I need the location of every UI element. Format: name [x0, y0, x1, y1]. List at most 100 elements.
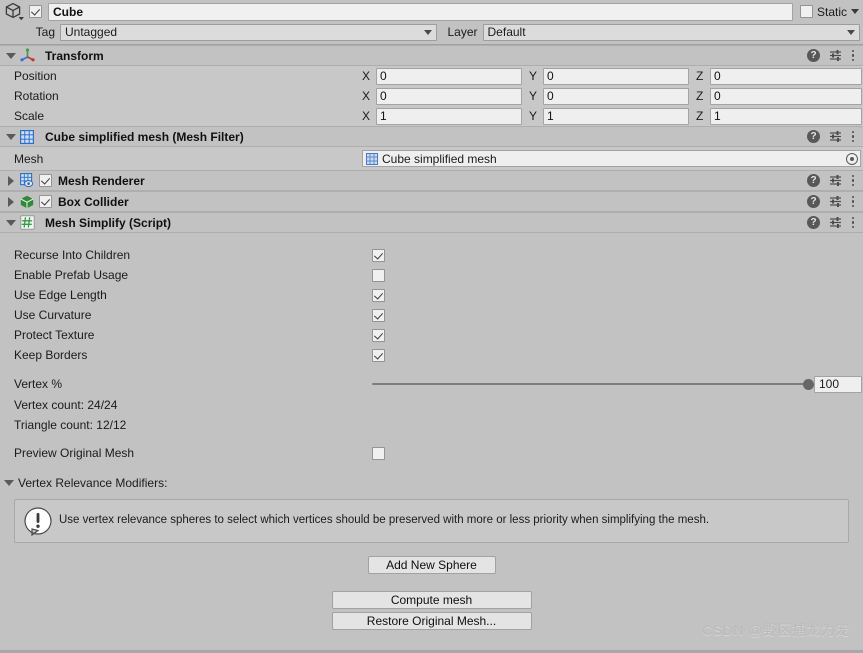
help-icon[interactable]: ? — [807, 216, 820, 229]
mesh-filter-foldout-toggle[interactable] — [4, 134, 17, 140]
static-toggle-group[interactable]: Static — [800, 5, 859, 19]
toggle-row-enable-prefab-usage: Enable Prefab Usage — [0, 265, 863, 285]
layer-value: Default — [488, 25, 526, 39]
use-edge-length-checkbox[interactable] — [372, 289, 385, 302]
position-z-input[interactable]: 0 — [710, 68, 862, 85]
mesh-label: Mesh — [14, 152, 362, 166]
rotation-x-input[interactable]: 0 — [376, 88, 522, 105]
mesh-simplify-header-icons: ? — [807, 216, 855, 230]
triangle-right-icon — [8, 176, 14, 186]
axis-y-label: Y — [529, 89, 543, 103]
component-header-mesh-simplify[interactable]: Mesh Simplify (Script) ? — [0, 212, 863, 233]
mesh-asset-icon — [366, 153, 378, 165]
mesh-renderer-enabled-checkbox[interactable] — [39, 174, 52, 187]
vertex-percent-slider[interactable] — [372, 376, 808, 392]
box-collider-header-icons: ? — [807, 195, 855, 209]
box-collider-foldout-toggle[interactable] — [4, 197, 17, 207]
scale-z-input[interactable]: 1 — [710, 108, 862, 125]
vertex-relevance-modifiers-foldout[interactable]: Vertex Relevance Modifiers: — [0, 473, 863, 493]
preview-original-mesh-checkbox[interactable] — [372, 447, 385, 460]
position-vector3: X0 Y0 Z0 — [362, 68, 863, 85]
component-header-box-collider[interactable]: Box Collider ? — [0, 191, 863, 212]
help-icon[interactable]: ? — [807, 130, 820, 143]
static-dropdown-arrow-icon[interactable] — [851, 9, 859, 14]
preset-icon[interactable] — [829, 195, 842, 208]
mesh-simplify-title: Mesh Simplify (Script) — [45, 216, 171, 230]
preset-icon[interactable] — [829, 174, 842, 187]
mesh-object-field[interactable]: Cube simplified mesh — [362, 150, 861, 167]
mesh-action-buttons: Compute mesh Restore Original Mesh... — [0, 591, 863, 630]
component-header-transform[interactable]: Transform ? — [0, 45, 863, 66]
component-header-mesh-filter[interactable]: Cube simplified mesh (Mesh Filter) ? — [0, 126, 863, 147]
preset-icon[interactable] — [829, 49, 842, 62]
keep-borders-label: Keep Borders — [14, 348, 372, 362]
position-label: Position — [14, 69, 362, 83]
vertex-percent-row: Vertex % 100 — [0, 373, 863, 395]
rotation-y-input[interactable]: 0 — [543, 88, 689, 105]
kebab-menu-icon[interactable] — [851, 174, 855, 188]
preset-icon[interactable] — [829, 216, 842, 229]
transform-scale-row: Scale X1 Y1 Z1 — [0, 106, 863, 126]
axis-y-label: Y — [529, 109, 543, 123]
mesh-object-value: Cube simplified mesh — [382, 152, 497, 166]
tag-dropdown[interactable]: Untagged — [60, 24, 437, 41]
mesh-simplify-foldout-toggle[interactable] — [4, 220, 17, 226]
component-header-mesh-renderer[interactable]: Mesh Renderer ? — [0, 170, 863, 191]
kebab-menu-icon[interactable] — [851, 49, 855, 63]
restore-original-mesh-button[interactable]: Restore Original Mesh... — [332, 612, 532, 630]
axis-x-label: X — [362, 69, 376, 83]
gameobject-name-input[interactable]: Cube — [48, 3, 793, 21]
toggle-row-keep-borders: Keep Borders — [0, 345, 863, 365]
recurse-into-children-checkbox[interactable] — [372, 249, 385, 262]
compute-mesh-button[interactable]: Compute mesh — [332, 591, 532, 609]
help-icon[interactable]: ? — [807, 49, 820, 62]
object-picker-icon[interactable] — [846, 153, 858, 165]
position-y-input[interactable]: 0 — [543, 68, 689, 85]
rotation-z-value: 0 — [714, 89, 721, 103]
rotation-y-value: 0 — [547, 89, 554, 103]
chevron-down-icon — [847, 30, 855, 35]
help-icon[interactable]: ? — [807, 195, 820, 208]
gameobject-name-value: Cube — [53, 5, 83, 19]
axis-z-label: Z — [696, 109, 710, 123]
box-collider-enabled-checkbox[interactable] — [39, 195, 52, 208]
transform-header-icons: ? — [807, 49, 855, 63]
toggle-row-protect-texture: Protect Texture — [0, 325, 863, 345]
keep-borders-checkbox[interactable] — [372, 349, 385, 362]
transform-foldout-toggle[interactable] — [4, 53, 17, 59]
scale-x-input[interactable]: 1 — [376, 108, 522, 125]
vertex-percent-label: Vertex % — [14, 377, 372, 391]
gameobject-enabled-checkbox[interactable] — [29, 5, 42, 18]
transform-axis-icon — [17, 47, 37, 64]
scale-x-value: 1 — [380, 109, 387, 123]
mesh-renderer-foldout-toggle[interactable] — [4, 176, 17, 186]
scale-z-value: 1 — [714, 109, 721, 123]
use-curvature-checkbox[interactable] — [372, 309, 385, 322]
chevron-down-icon — [424, 30, 432, 35]
rotation-z-input[interactable]: 0 — [710, 88, 862, 105]
add-new-sphere-button[interactable]: Add New Sphere — [368, 556, 496, 574]
enable-prefab-usage-checkbox[interactable] — [372, 269, 385, 282]
static-checkbox[interactable] — [800, 5, 813, 18]
scale-label: Scale — [14, 109, 362, 123]
scale-y-value: 1 — [547, 109, 554, 123]
preset-icon[interactable] — [829, 130, 842, 143]
position-y-value: 0 — [547, 69, 554, 83]
toggle-row-recurse-into-children: Recurse Into Children — [0, 245, 863, 265]
help-icon[interactable]: ? — [807, 174, 820, 187]
script-hash-icon — [17, 214, 37, 231]
position-x-input[interactable]: 0 — [376, 68, 522, 85]
slider-thumb[interactable] — [803, 379, 814, 390]
layer-dropdown[interactable]: Default — [483, 24, 860, 41]
kebab-menu-icon[interactable] — [851, 216, 855, 230]
scale-y-input[interactable]: 1 — [543, 108, 689, 125]
transform-properties: Position X0 Y0 Z0 Rotation X0 Y0 Z0 Scal… — [0, 66, 863, 126]
toggle-row-use-curvature: Use Curvature — [0, 305, 863, 325]
kebab-menu-icon[interactable] — [851, 130, 855, 144]
tag-value: Untagged — [65, 25, 117, 39]
mesh-renderer-title: Mesh Renderer — [58, 174, 145, 188]
protect-texture-checkbox[interactable] — [372, 329, 385, 342]
mesh-renderer-header-icons: ? — [807, 174, 855, 188]
vertex-percent-input[interactable]: 100 — [814, 376, 862, 393]
kebab-menu-icon[interactable] — [851, 195, 855, 209]
